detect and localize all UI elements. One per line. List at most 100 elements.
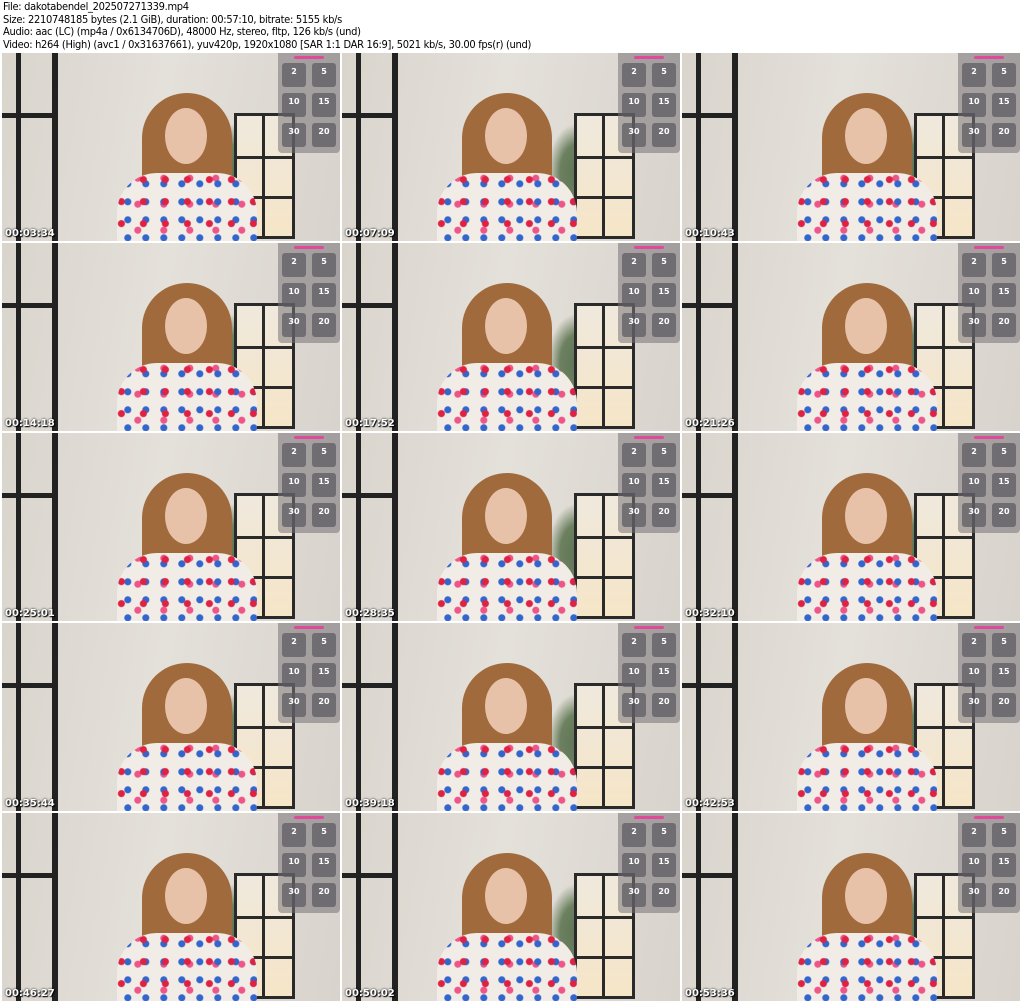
video-thumbnail[interactable]: 2 5 10 15 30 20 00:14:18 [2,243,340,431]
panel-tile: 30 [962,503,986,527]
panel-tile: 5 [312,63,336,87]
panel-tile: 30 [962,693,986,717]
panel-tile: 5 [992,443,1016,467]
panel-tile: 5 [992,823,1016,847]
panel-tile: 30 [622,883,646,907]
overlay-panel: 2 5 10 15 30 20 [278,623,340,723]
panel-tile: 10 [282,853,306,877]
panel-tile: 2 [622,633,646,657]
overlay-panel: 2 5 10 15 30 20 [618,243,680,343]
video-thumbnail[interactable]: 2 5 10 15 30 20 00:46:27 [2,813,340,1001]
video-thumbnail[interactable]: 2 5 10 15 30 20 00:35:44 [2,623,340,811]
person-body [437,363,577,431]
panel-tile: 15 [652,853,676,877]
video-thumbnail[interactable]: 2 5 10 15 30 20 00:25:01 [2,433,340,621]
video-thumbnail[interactable]: 2 5 10 15 30 20 00:42:53 [682,623,1020,811]
panel-tile: 5 [652,823,676,847]
panel-tile: 2 [962,633,986,657]
person-body [117,933,257,1001]
overlay-panel: 2 5 10 15 30 20 [958,623,1020,723]
panel-tile: 30 [282,883,306,907]
panel-tile: 10 [282,93,306,117]
video-thumbnail[interactable]: 2 5 10 15 30 20 00:03:34 [2,53,340,241]
overlay-panel: 2 5 10 15 30 20 [958,53,1020,153]
panel-tile: 2 [282,443,306,467]
panel-tile: 2 [282,633,306,657]
panel-tile: 10 [622,473,646,497]
audio-info: Audio: aac (LC) (mp4a / 0x6134706D), 480… [3,25,361,38]
person-body [117,363,257,431]
video-info: Video: h264 (High) (avc1 / 0x31637661), … [3,37,532,51]
video-thumbnail[interactable]: 2 5 10 15 30 20 00:07:09 [342,53,680,241]
timestamp: 00:50:02 [345,988,395,999]
video-thumbnail[interactable]: 2 5 10 15 30 20 00:17:52 [342,243,680,431]
video-thumbnail[interactable]: 2 5 10 15 30 20 00:32:10 [682,433,1020,621]
overlay-panel: 2 5 10 15 30 20 [618,433,680,533]
panel-tile: 10 [282,663,306,687]
panel-tile: 15 [992,283,1016,307]
panel-tile: 2 [962,443,986,467]
timestamp: 00:32:10 [685,608,735,619]
panel-tile: 15 [312,663,336,687]
panel-tile: 2 [962,253,986,277]
panel-tile: 5 [312,823,336,847]
panel-tile: 5 [652,63,676,87]
panel-tile: 20 [652,693,676,717]
panel-tile: 30 [962,883,986,907]
video-thumbnail[interactable]: 2 5 10 15 30 20 00:28:35 [342,433,680,621]
person-body [437,553,577,621]
timestamp: 00:46:27 [5,988,55,999]
panel-tile: 20 [992,313,1016,337]
video-thumbnail[interactable]: 2 5 10 15 30 20 00:50:02 [342,813,680,1001]
panel-tile: 30 [622,503,646,527]
panel-tile: 15 [312,93,336,117]
panel-tile: 2 [962,63,986,87]
timestamp: 00:42:53 [685,798,735,809]
video-thumbnail[interactable]: 2 5 10 15 30 20 00:39:18 [342,623,680,811]
person-face [845,488,887,544]
panel-tile: 10 [962,663,986,687]
panel-tile: 5 [652,633,676,657]
panel-tile: 2 [962,823,986,847]
overlay-panel: 2 5 10 15 30 20 [278,243,340,343]
video-thumbnail[interactable]: 2 5 10 15 30 20 00:10:43 [682,53,1020,241]
video-thumbnail[interactable]: 2 5 10 15 30 20 00:53:36 [682,813,1020,1001]
panel-tile: 15 [992,853,1016,877]
panel-tile: 5 [312,443,336,467]
timestamp: 00:53:36 [685,988,735,999]
panel-tile: 15 [312,853,336,877]
panel-tile: 10 [962,283,986,307]
panel-tile: 2 [622,443,646,467]
panel-tile: 20 [992,693,1016,717]
panel-tile: 15 [652,93,676,117]
panel-tile: 30 [282,313,306,337]
panel-tile: 15 [312,473,336,497]
panel-tile: 20 [312,313,336,337]
person-face [165,488,207,544]
panel-tile: 30 [962,123,986,147]
panel-tile: 20 [992,123,1016,147]
panel-tile: 10 [622,663,646,687]
overlay-panel: 2 5 10 15 30 20 [278,813,340,913]
person-body [797,933,937,1001]
person-body [117,743,257,811]
panel-tile: 5 [992,253,1016,277]
overlay-panel: 2 5 10 15 30 20 [958,243,1020,343]
overlay-panel: 2 5 10 15 30 20 [618,53,680,153]
overlay-panel: 2 5 10 15 30 20 [618,813,680,913]
video-thumbnail[interactable]: 2 5 10 15 30 20 00:21:26 [682,243,1020,431]
person-body [437,933,577,1001]
timestamp: 00:39:18 [345,798,395,809]
overlay-panel: 2 5 10 15 30 20 [618,623,680,723]
panel-tile: 5 [652,443,676,467]
panel-tile: 30 [282,503,306,527]
panel-tile: 15 [992,93,1016,117]
person-face [485,298,527,354]
panel-tile: 20 [312,883,336,907]
panel-tile: 10 [962,473,986,497]
panel-tile: 5 [992,63,1016,87]
panel-tile: 2 [282,823,306,847]
panel-tile: 20 [312,503,336,527]
panel-tile: 10 [282,283,306,307]
panel-tile: 15 [652,283,676,307]
